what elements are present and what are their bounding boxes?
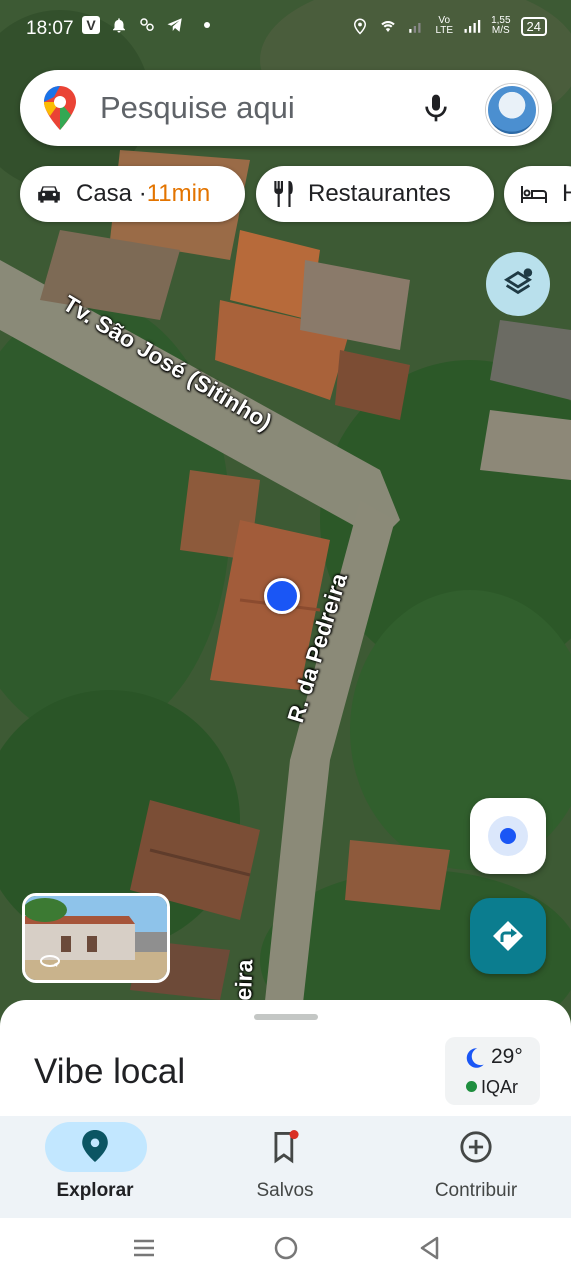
bed-icon [520,184,548,204]
status-left-icons: V [82,16,210,34]
nav-saved-label: Salvos [256,1180,314,1201]
network-type: Vo LTE [435,15,454,36]
search-bar[interactable]: Pesquise aqui [20,70,552,146]
nav-contribute[interactable]: Contribuir [381,1116,571,1218]
recents-icon[interactable] [132,1236,156,1260]
account-avatar[interactable] [486,84,538,136]
v-app-icon: V [82,16,100,34]
bottom-sheet[interactable]: Vibe local 29° IQAr [0,1000,571,1120]
nav-explore[interactable]: Explorar [0,1116,190,1218]
air-quality-label: IQAr [481,1077,519,1097]
wifi-icon [381,21,396,32]
layers-icon [503,268,533,295]
bottom-navigation: Explorar Salvos Contribuir [0,1116,571,1218]
chip-restaurants-label: Restaurantes [308,180,451,207]
nav-explore-label: Explorar [56,1180,134,1201]
directions-button[interactable] [470,898,546,974]
moon-icon [466,1048,484,1068]
home-icon[interactable] [274,1236,298,1260]
chat-bubbles-icon [140,18,154,31]
location-icon [354,18,367,35]
category-chips: Casa · 11min Restaurantes H [0,166,571,224]
car-icon [36,183,62,205]
signal-1-icon [409,23,421,33]
directions-icon [493,921,523,951]
chip-hotels-label: H [562,180,571,207]
weather-temperature: 29° [491,1045,523,1068]
user-location-dot [264,578,300,614]
mic-icon[interactable] [420,90,452,126]
sheet-drag-handle[interactable] [254,1014,318,1020]
satellite-imagery [0,0,571,1030]
chip-restaurants[interactable]: Restaurantes [256,166,494,222]
chip-home[interactable]: Casa · 11min [20,166,245,222]
my-location-icon [488,816,528,856]
explore-pin-icon [82,1130,108,1162]
street-view-thumbnail[interactable] [22,893,170,983]
layers-button[interactable] [486,252,550,316]
telegram-icon [167,18,182,32]
status-right-icons: Vo LTE 1,55 M/S 24 [351,16,547,36]
system-navigation-bar [0,1218,571,1280]
chip-home-label: Casa · [76,180,147,207]
weather-card[interactable]: 29° IQAr [445,1037,540,1105]
bell-icon [113,18,125,33]
road-label-pedreira-partial: eira [230,959,258,1001]
nav-contribute-label: Contribuir [434,1180,518,1201]
chip-hotels[interactable]: H [504,166,571,222]
battery-indicator: 24 [520,16,547,36]
my-location-button[interactable] [470,798,546,874]
360-rotate-icon [40,955,60,967]
fork-knife-icon [272,181,294,207]
chip-home-eta: 11min [146,180,211,207]
air-quality-dot [466,1081,477,1092]
net-speed: 1,55 M/S [491,15,511,36]
add-circle-icon [460,1131,492,1163]
google-maps-pin-icon [44,86,76,130]
sheet-title: Vibe local [34,1052,186,1091]
status-bar: 18:07 V Vo LTE 1,55 M/S 24 [0,0,571,58]
map-satellite-view[interactable]: Tv. São José (Sitinho) R. da Pedreira ei… [0,0,571,1030]
nav-saved[interactable]: Salvos [190,1116,380,1218]
signal-2-icon [464,20,481,33]
back-icon[interactable] [418,1236,442,1260]
status-time: 18:07 [26,18,74,39]
search-placeholder[interactable]: Pesquise aqui [100,90,295,126]
more-notifications-dot [204,22,210,28]
bookmark-icon [274,1130,299,1164]
